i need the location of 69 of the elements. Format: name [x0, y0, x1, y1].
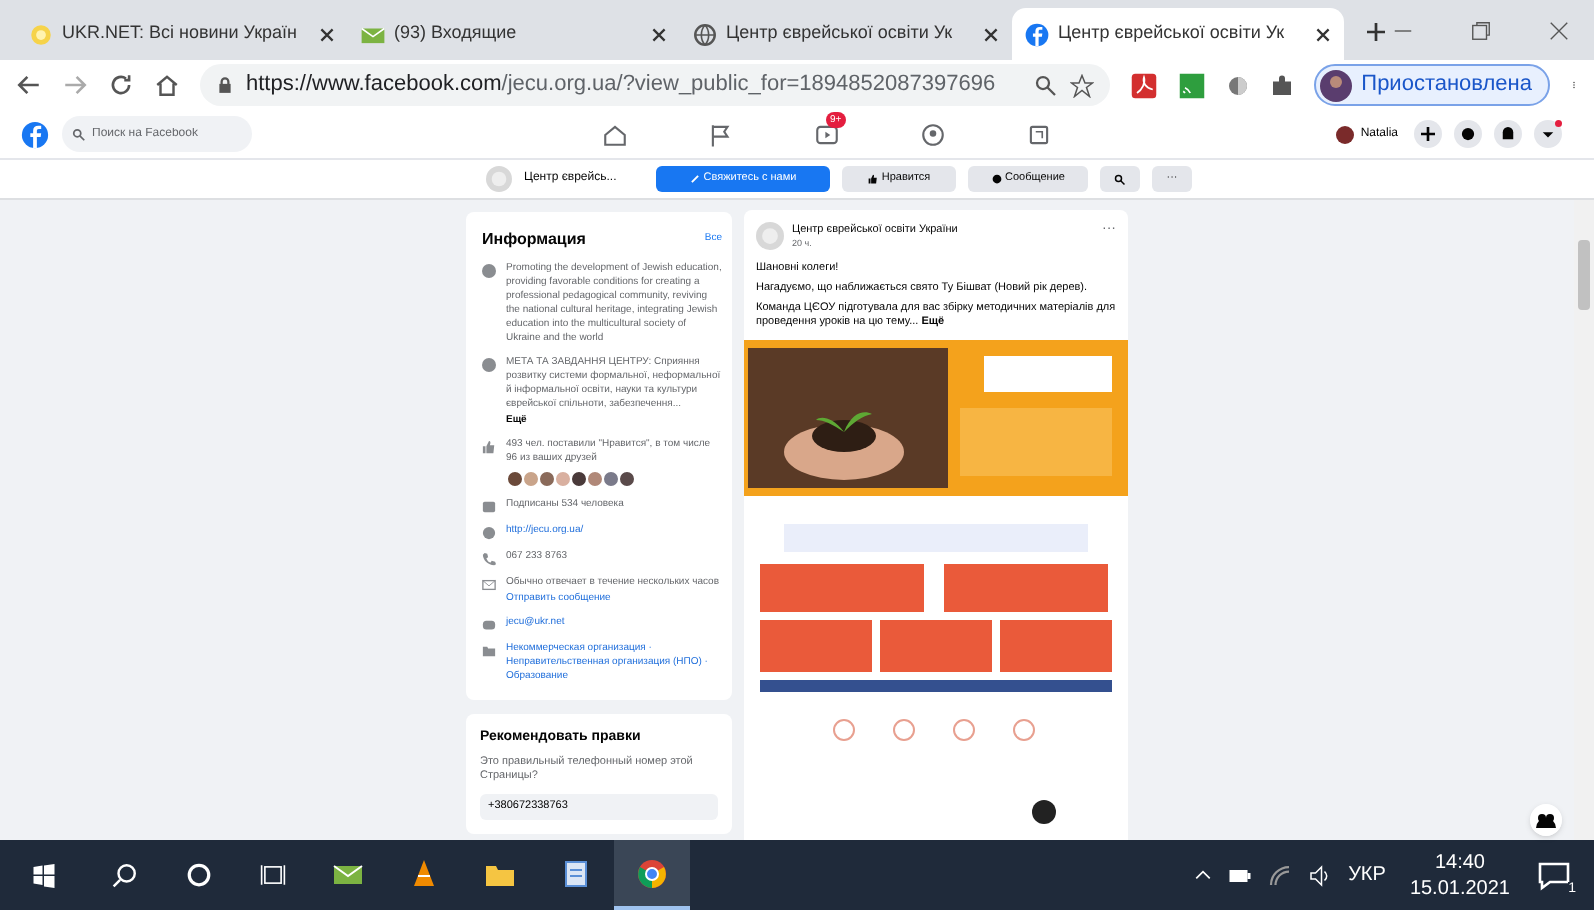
- info-icon: [482, 264, 496, 278]
- clock[interactable]: 14:40 15.01.2021: [1409, 849, 1510, 901]
- restore-icon[interactable]: [1470, 19, 1492, 41]
- speaker-icon[interactable]: [1308, 863, 1333, 887]
- language-indicator[interactable]: УКР: [1348, 860, 1386, 890]
- pdf-icon[interactable]: [1129, 71, 1158, 99]
- thumbs-up-icon: [482, 440, 496, 454]
- home-icon[interactable]: [154, 72, 180, 98]
- task-view-icon[interactable]: [260, 862, 286, 888]
- puzzle-icon[interactable]: [1269, 73, 1294, 97]
- search-icon[interactable]: [112, 862, 138, 888]
- zoom-icon[interactable]: [1033, 73, 1058, 97]
- chrome-icon[interactable]: [636, 857, 668, 889]
- plus-icon[interactable]: [1414, 120, 1442, 148]
- search-icon: [1114, 173, 1126, 185]
- browser-tab[interactable]: UKR.NET: Всі новини Україн: [16, 8, 348, 60]
- search-button[interactable]: [1100, 166, 1140, 192]
- video-icon[interactable]: [814, 121, 840, 147]
- back-icon[interactable]: [16, 72, 42, 98]
- browser-tab[interactable]: (93) Входящие: [348, 8, 680, 60]
- close-icon[interactable]: [1314, 25, 1332, 43]
- star-icon[interactable]: [1069, 73, 1094, 97]
- avatar-icon: [1319, 69, 1352, 101]
- page-avatar-icon: [756, 222, 784, 250]
- notepad-icon[interactable]: [560, 857, 592, 889]
- search-icon: [72, 127, 86, 141]
- taskbar-app[interactable]: [614, 840, 690, 910]
- facebook-icon[interactable]: [1024, 21, 1050, 47]
- browser-tab[interactable]: Центр єврейської освіти Ук: [680, 8, 1012, 60]
- lock-icon: [216, 76, 234, 94]
- windows-icon[interactable]: [32, 863, 56, 887]
- chevron-up-icon[interactable]: [1194, 866, 1213, 884]
- facebook-icon[interactable]: [20, 119, 50, 149]
- email-icon: [482, 618, 496, 632]
- close-icon[interactable]: [318, 25, 336, 43]
- browser-tab[interactable]: Центр єврейської освіти Ук: [1012, 8, 1344, 60]
- envelope-icon: [482, 578, 496, 592]
- phone-icon: [482, 552, 496, 566]
- globe-icon[interactable]: [692, 21, 718, 47]
- wifi-icon[interactable]: [1268, 863, 1293, 887]
- globe-icon: [482, 526, 496, 540]
- caret-icon[interactable]: [1534, 120, 1562, 148]
- flag-icon[interactable]: [708, 121, 734, 147]
- chat-icon: [991, 174, 1002, 184]
- cast-icon[interactable]: [1177, 71, 1206, 99]
- followers-icon: [482, 500, 496, 514]
- chat-icon: [1538, 859, 1570, 891]
- address-field[interactable]: https://www.facebook.com/jecu.org.ua/?view_public_for=1894852087397696: [200, 64, 1110, 106]
- page-avatar-icon: [486, 166, 512, 192]
- avatar-icon: [1336, 125, 1355, 143]
- circle-icon[interactable]: [186, 862, 212, 888]
- folder-icon: [482, 644, 496, 658]
- close-icon[interactable]: [650, 25, 668, 43]
- close-icon[interactable]: [1548, 19, 1570, 41]
- link-icon: [689, 174, 700, 184]
- home-icon[interactable]: [602, 121, 628, 147]
- profile-button[interactable]: Приостановлена: [1313, 64, 1550, 106]
- square-icon[interactable]: [1026, 121, 1052, 147]
- chat-icon[interactable]: [1454, 120, 1482, 148]
- reload-icon[interactable]: [108, 72, 134, 98]
- thumbs-up-icon: [867, 174, 878, 184]
- people-icon[interactable]: [1530, 804, 1562, 836]
- close-icon[interactable]: [982, 25, 1000, 43]
- plus-icon[interactable]: [1364, 20, 1388, 44]
- section-title: Информация: [482, 228, 586, 252]
- url-text: https://www.facebook.com/jecu.org.ua/?view_public_for=1894852087397696: [246, 70, 998, 101]
- cone-icon[interactable]: [408, 857, 440, 889]
- bell-icon[interactable]: [1494, 120, 1522, 148]
- info-icon: [482, 358, 496, 372]
